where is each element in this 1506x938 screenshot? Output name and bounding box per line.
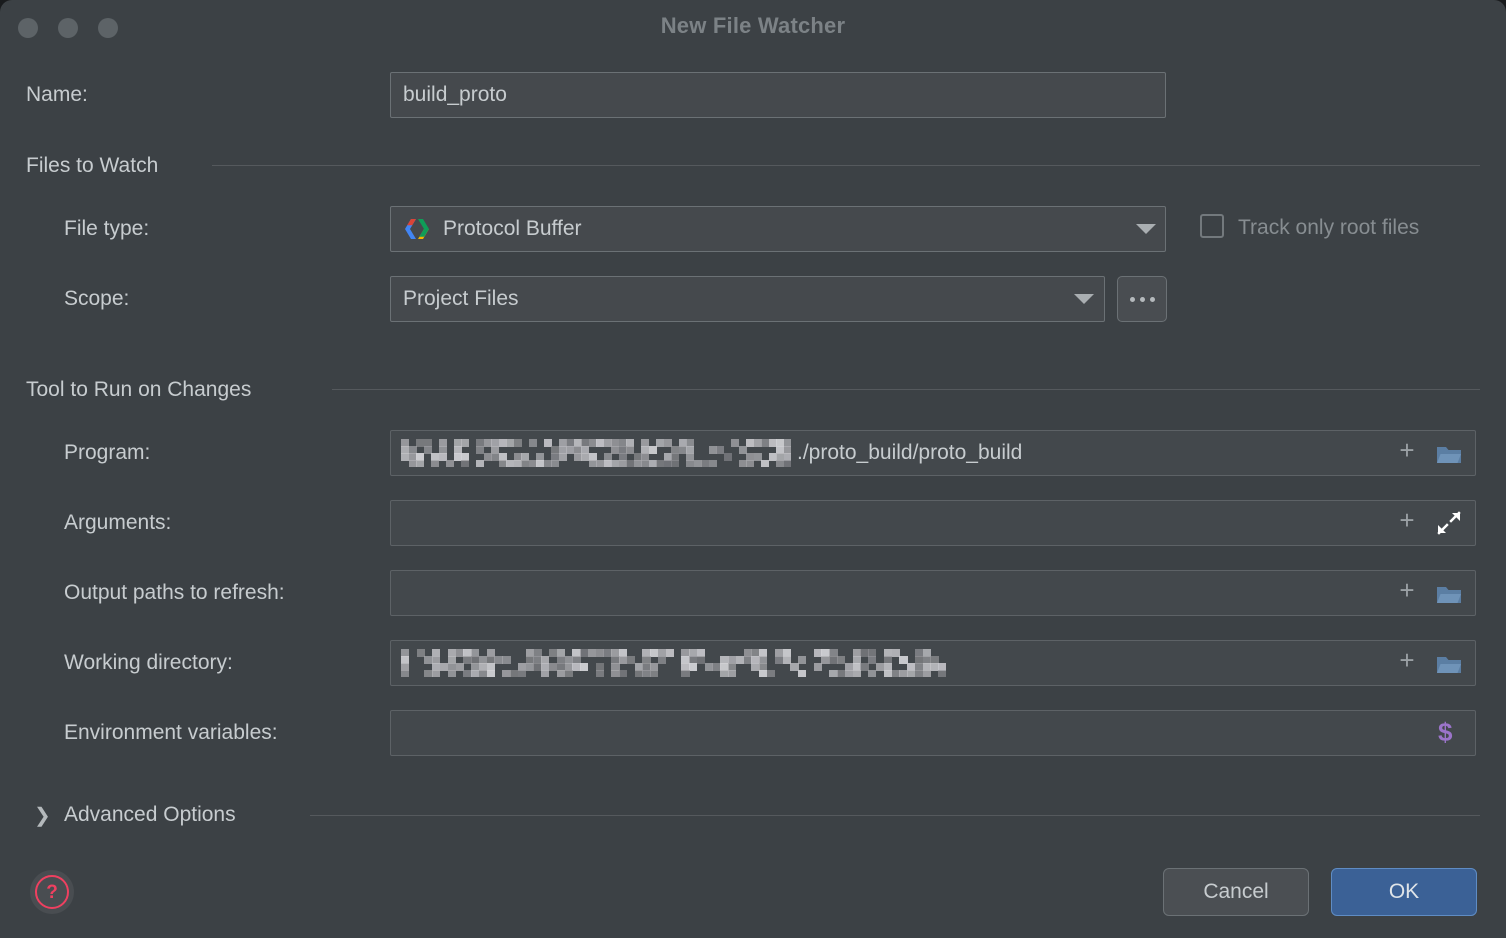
scope-chevron-down-icon[interactable] (1074, 294, 1094, 304)
working-directory-plus-icon[interactable]: + (1396, 647, 1418, 673)
section-title-tool-to-run: Tool to Run on Changes (26, 378, 252, 401)
track-only-root-files-label: Track only root files (1238, 216, 1420, 239)
working-directory-value-redacted (401, 649, 946, 677)
cancel-button[interactable]: Cancel (1163, 868, 1309, 916)
dialog-title: New File Watcher (660, 13, 846, 38)
file-type-combobox[interactable]: Protocol Buffer (390, 206, 1166, 252)
program-value-redacted (401, 439, 791, 467)
scope-combobox[interactable]: Project Files (390, 276, 1105, 322)
program-value-suffix: ./proto_build/proto_build (797, 441, 1023, 464)
environment-variables-input[interactable] (390, 710, 1476, 756)
working-directory-label: Working directory: (64, 651, 233, 674)
dollar-icon[interactable]: $ (1438, 719, 1452, 745)
expand-icon[interactable] (1436, 510, 1462, 536)
ok-button[interactable]: OK (1331, 868, 1477, 916)
output-paths-input[interactable] (390, 570, 1476, 616)
working-directory-folder-icon[interactable] (1436, 651, 1462, 677)
scope-value: Project Files (403, 287, 519, 310)
protocol-buffer-icon (405, 219, 429, 239)
arguments-input[interactable] (390, 500, 1476, 546)
output-paths-plus-icon[interactable]: + (1396, 577, 1418, 603)
dots-icon-dot-1 (1129, 296, 1135, 302)
arguments-plus-icon[interactable]: + (1396, 507, 1418, 533)
name-label: Name: (26, 83, 88, 106)
dots-icon-dot-2 (1139, 296, 1145, 302)
working-directory-input[interactable] (390, 640, 1476, 686)
dots-icon-dot-3 (1149, 296, 1155, 302)
name-input[interactable]: build_proto (390, 72, 1166, 118)
help-button[interactable]: ? (30, 870, 74, 914)
track-only-root-files-checkbox[interactable] (1200, 214, 1224, 238)
section-title-files-to-watch: Files to Watch (26, 154, 159, 177)
output-paths-label: Output paths to refresh: (64, 581, 285, 604)
name-input-value: build_proto (403, 83, 507, 106)
environment-variables-label: Environment variables: (64, 721, 278, 744)
advanced-options-label[interactable]: Advanced Options (64, 803, 236, 827)
file-type-label: File type: (64, 217, 150, 240)
section-rule-tool-to-run (332, 389, 1480, 390)
question-mark-icon: ? (35, 875, 69, 909)
section-rule-advanced-options (310, 815, 1480, 816)
program-folder-icon[interactable] (1436, 441, 1462, 467)
file-type-value: Protocol Buffer (443, 217, 582, 240)
section-rule-files-to-watch (212, 165, 1480, 166)
output-paths-folder-icon[interactable] (1436, 581, 1462, 607)
scope-browse-button[interactable] (1117, 276, 1167, 322)
new-file-watcher-dialog: New File Watcher Name: build_proto Files… (0, 0, 1506, 938)
chevron-right-icon[interactable]: ❯ (34, 803, 51, 828)
program-input[interactable]: ./proto_build/proto_build (390, 430, 1476, 476)
program-plus-icon[interactable]: + (1396, 437, 1418, 463)
arguments-label: Arguments: (64, 511, 172, 534)
scope-label: Scope: (64, 287, 130, 310)
file-type-chevron-down-icon[interactable] (1136, 224, 1156, 234)
titlebar: New File Watcher (0, 0, 1506, 56)
program-label: Program: (64, 441, 151, 464)
